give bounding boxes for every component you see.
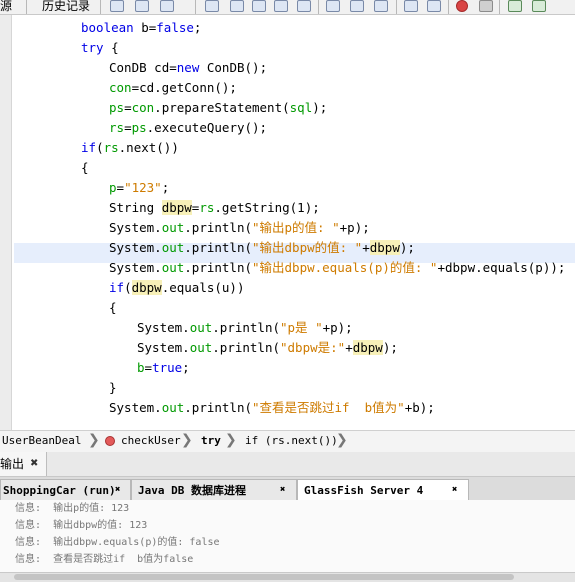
code-line: b=true; xyxy=(137,360,190,375)
code-line: { xyxy=(81,160,89,175)
close-icon[interactable]: ✖ xyxy=(30,452,38,476)
toolbar-separator xyxy=(318,0,319,14)
shift-left-icon[interactable] xyxy=(404,0,418,12)
tab-javadb-process[interactable]: Java DB 数据库进程 ✖ xyxy=(131,479,297,500)
line-gutter xyxy=(0,15,12,430)
code-line: rs=ps.executeQuery(); xyxy=(109,120,268,135)
breadcrumb-try[interactable]: try xyxy=(201,434,221,447)
code-line: if(dbpw.equals(u)) xyxy=(109,280,245,295)
editor-toolbar: 源 历史记录 xyxy=(0,0,575,15)
breadcrumb-separator-icon: ❯ xyxy=(181,432,193,448)
toggle-highlight-icon[interactable] xyxy=(274,0,288,12)
method-icon xyxy=(105,436,115,446)
console-line: 信息: 输出dbpw的值: 123 xyxy=(15,520,148,531)
tab-output[interactable]: 输出 ✖ xyxy=(0,452,47,476)
breadcrumb-separator-icon: ❯ xyxy=(336,432,348,448)
code-line: ConDB cd=new ConDB(); xyxy=(109,60,268,75)
search-icon[interactable] xyxy=(205,0,219,12)
code-line: System.out.println("输出dbpw的值: "+dbpw); xyxy=(109,240,415,255)
breadcrumb-separator-icon: ❯ xyxy=(88,432,100,448)
code-line: con=cd.getConn(); xyxy=(109,80,237,95)
code-line: } xyxy=(109,380,117,395)
tab-source[interactable]: 源 xyxy=(0,0,12,14)
comment-icon[interactable] xyxy=(508,0,522,12)
toolbar-separator xyxy=(100,0,101,14)
breadcrumb-class[interactable]: UserBeanDeal xyxy=(2,434,81,447)
breadcrumb-if[interactable]: if (rs.next()) xyxy=(245,434,338,447)
tab-shoppingcar-run[interactable]: ShoppingCar (run) ✖ xyxy=(0,479,131,500)
breadcrumb: UserBeanDeal ❯ checkUser ❯ try ❯ if (rs.… xyxy=(0,430,575,453)
toggle-bookmark-icon[interactable] xyxy=(374,0,388,12)
close-icon[interactable]: ✖ xyxy=(115,480,120,501)
toggle-selection-icon[interactable] xyxy=(297,0,311,12)
find-next-icon[interactable] xyxy=(252,0,266,12)
previous-bookmark-icon[interactable] xyxy=(326,0,340,12)
stop-macro-icon[interactable] xyxy=(479,0,493,12)
output-console[interactable]: 信息: 输出p的值: 123 信息: 输出dbpw的值: 123 信息: 输出d… xyxy=(0,500,575,572)
toolbar-separator xyxy=(396,0,397,14)
tab-glassfish-server[interactable]: GlassFish Server 4 ✖ xyxy=(297,479,469,500)
uncomment-icon[interactable] xyxy=(532,0,546,12)
output-title: 输出 xyxy=(0,457,25,471)
code-line: try { xyxy=(81,40,119,55)
start-macro-icon[interactable] xyxy=(456,0,468,12)
code-line: p="123"; xyxy=(109,180,170,195)
breadcrumb-separator-icon: ❯ xyxy=(225,432,237,448)
code-line: ps=con.prepareStatement(sql); xyxy=(109,100,328,115)
code-editor[interactable]: boolean b=false; try { ConDB cd=new ConD… xyxy=(12,15,575,430)
toolbar-separator xyxy=(499,0,500,14)
forward-icon[interactable] xyxy=(160,0,174,12)
tab-history[interactable]: 历史记录 xyxy=(42,0,90,14)
code-line: System.out.println("查看是否跳过if b值为"+b); xyxy=(109,400,435,415)
code-line: System.out.println("p是 "+p); xyxy=(137,320,353,335)
code-line-current: System.out.println("输出dbpw.equals(p)的值: … xyxy=(109,260,566,275)
scrollbar-thumb[interactable] xyxy=(14,574,514,580)
toolbar-separator xyxy=(26,0,27,14)
output-tabs: ShoppingCar (run) ✖ Java DB 数据库进程 ✖ Glas… xyxy=(0,477,575,501)
shift-right-icon[interactable] xyxy=(427,0,441,12)
last-edit-icon[interactable] xyxy=(110,0,124,12)
toolbar-separator xyxy=(448,0,449,14)
code-line: System.out.println("输出p的值: "+p); xyxy=(109,220,370,235)
console-line: 信息: 输出dbpw.equals(p)的值: false xyxy=(15,537,220,548)
code-line: if(rs.next()) xyxy=(81,140,179,155)
code-line: boolean b=false; xyxy=(81,20,202,35)
code-line: System.out.println("dbpw是:"+dbpw); xyxy=(137,340,398,355)
next-bookmark-icon[interactable] xyxy=(350,0,364,12)
output-window-header: 输出 ✖ xyxy=(0,452,575,477)
code-line: String dbpw=rs.getString(1); xyxy=(109,200,320,215)
console-line: 信息: 查看是否跳过if b值为false xyxy=(15,554,194,565)
code-line: { xyxy=(109,300,117,315)
toolbar-separator xyxy=(195,0,196,14)
console-line: 信息: 输出p的值: 123 xyxy=(15,503,130,514)
find-previous-icon[interactable] xyxy=(230,0,244,12)
close-icon[interactable]: ✖ xyxy=(452,480,457,501)
close-icon[interactable]: ✖ xyxy=(280,480,285,501)
back-icon[interactable] xyxy=(135,0,149,12)
breadcrumb-method[interactable]: checkUser xyxy=(121,434,181,447)
